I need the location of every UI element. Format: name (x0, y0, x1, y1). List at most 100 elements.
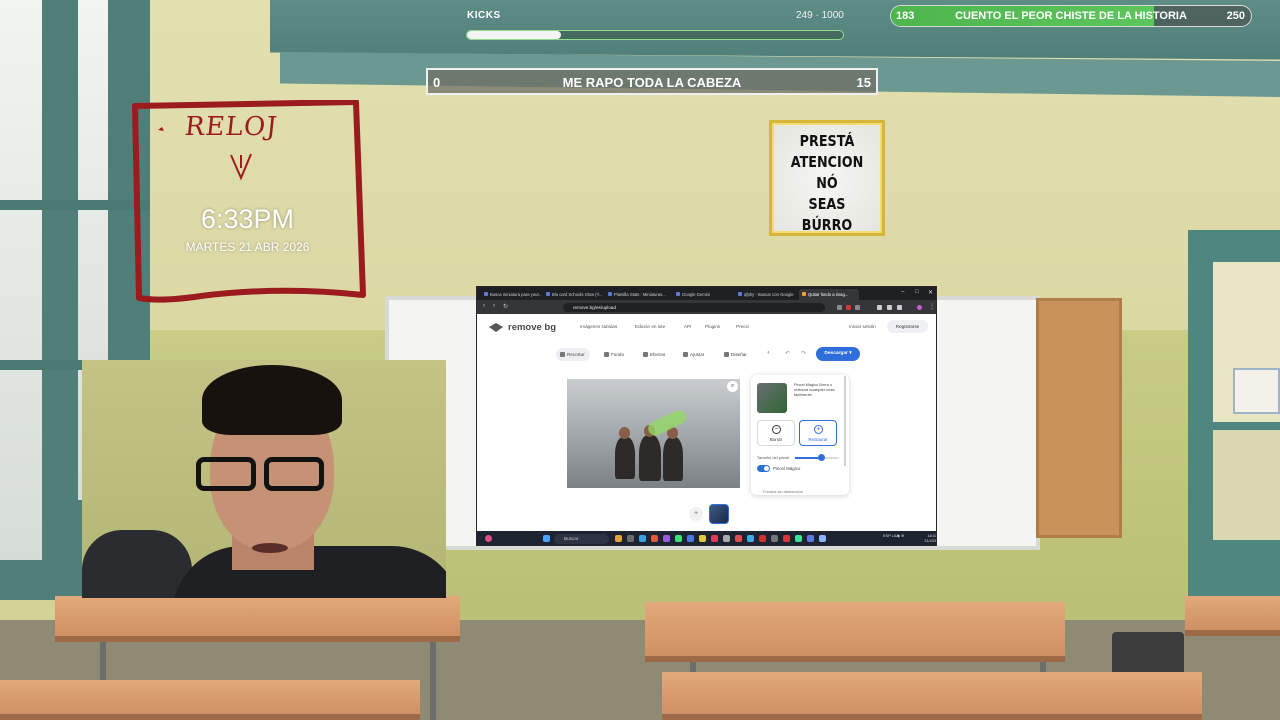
panel-footer-option[interactable]: Fondos sin distracción (763, 489, 803, 494)
corkboard (1036, 298, 1122, 538)
door-window-lower (1213, 430, 1280, 540)
tool-effects[interactable]: Efectos (639, 348, 670, 361)
taskbar-app-icon[interactable] (639, 535, 646, 542)
desk-leg (430, 630, 436, 720)
taskbar-app-icon[interactable] (723, 535, 730, 542)
removebg-header: remove bg Imágenes subidas Edición en lo… (477, 314, 936, 340)
extension-icon[interactable] (887, 305, 892, 310)
nav-pricing[interactable]: Precio (736, 324, 749, 329)
plus-circle-icon: + (814, 425, 823, 434)
panel-scrollbar[interactable] (844, 376, 846, 466)
browser-tab-strip: – □ ✕ Busca miniatura para yout... Blu ca… (477, 287, 936, 300)
minimize-icon[interactable]: – (901, 289, 904, 295)
browser-tab[interactable]: Google Gemini (673, 289, 733, 300)
url-field[interactable]: remove.bg/es/upload (563, 303, 825, 312)
start-icon[interactable] (543, 535, 550, 542)
kicks-goal-count: 249 · 1000 (796, 10, 844, 21)
erase-button[interactable]: − Borrar (757, 420, 795, 446)
notice-line: ATENCION (790, 153, 864, 171)
clock-date: MARTES 21 ABR 2026 (185, 240, 310, 254)
restore-button[interactable]: + Restaurar (799, 420, 837, 446)
taskbar-app-icon[interactable] (747, 535, 754, 542)
login-link[interactable]: Iniciar sesión (849, 324, 876, 329)
taskbar-app-icon[interactable] (795, 535, 802, 542)
kicks-progress-fill (467, 31, 561, 39)
clock-handwritten-note: RELOJ (183, 112, 280, 142)
subgoal-target: 250 (1226, 10, 1245, 22)
maximize-icon[interactable]: □ (915, 289, 919, 295)
school-desk-front (0, 680, 420, 720)
taskbar-app-icon[interactable] (759, 535, 766, 542)
taskbar-app-icon[interactable] (819, 535, 826, 542)
tool-cut[interactable]: Recortar (556, 348, 590, 361)
tool-design[interactable]: Diseñar (720, 348, 752, 361)
nav-plugins[interactable]: Plugins (705, 324, 720, 329)
removebg-logo[interactable]: remove bg (508, 322, 556, 333)
taskbar-app-icon[interactable] (687, 535, 694, 542)
browser-tab[interactable]: Quitar fondo a imag... (799, 289, 859, 300)
taskbar-app-icon[interactable] (735, 535, 742, 542)
brush-size-slider[interactable] (795, 454, 839, 461)
brush-size-knob[interactable] (818, 454, 826, 461)
undo-icon[interactable]: ↶ (785, 350, 790, 357)
forward-icon[interactable]: › (493, 303, 495, 309)
extension-icon[interactable] (877, 305, 882, 310)
browser-menu-icon[interactable]: ⋮ (929, 303, 935, 310)
browser-tab[interactable]: qfphy - Buscar con Google (735, 289, 797, 300)
browser-tab[interactable]: Blu card Schools Glow (Y... (543, 289, 603, 300)
taskbar-app-icon[interactable] (627, 535, 634, 542)
back-icon[interactable]: ‹ (483, 303, 485, 309)
taskbar-app-icon[interactable] (783, 535, 790, 542)
magic-brush-toggle[interactable] (757, 465, 770, 472)
image-thumbnail-selected[interactable] (709, 504, 729, 524)
school-desk-front (662, 672, 1202, 720)
browser-tab[interactable]: Busca miniatura para yout... (481, 289, 541, 300)
extension-icon[interactable] (897, 305, 902, 310)
tray-icons[interactable]: ◈ ⊕ (897, 534, 913, 539)
taskbar-app-icon[interactable] (663, 535, 670, 542)
widget-icon[interactable] (485, 535, 492, 542)
taskbar-app-icon[interactable] (699, 535, 706, 542)
main-goal-title: ME RAPO TODA LA CABEZA (562, 75, 742, 90)
profile-avatar[interactable] (917, 305, 922, 310)
browser-tab[interactable]: Plantilla Stats : Miniaturas... (605, 289, 671, 300)
taskbar-search[interactable]: Buscar (554, 534, 609, 544)
magic-brush-toggle-label: Pincel Mágico (773, 466, 801, 471)
close-icon[interactable]: ✕ (928, 289, 933, 296)
glasses-lens-right (264, 457, 324, 491)
zoom-icon[interactable]: ⌕ (727, 381, 738, 392)
reload-icon[interactable]: ↻ (503, 303, 508, 310)
tool-adjust[interactable]: Ajustar (679, 348, 709, 361)
kicks-goal-label: KICKS (467, 10, 501, 21)
school-desk (645, 602, 1065, 662)
chair (82, 530, 192, 598)
taskbar-app-icon[interactable] (771, 535, 778, 542)
school-desk (55, 596, 460, 642)
extension-icon[interactable] (846, 305, 851, 310)
taskbar-app-icon[interactable] (807, 535, 814, 542)
notice-sign: PRESTÁ ATENCION NÓ SEAS BÚRRO (769, 120, 885, 236)
download-button[interactable]: Descargar ▾ (816, 347, 860, 361)
kicks-progress-bar (466, 30, 844, 40)
tool-background[interactable]: Fondo (600, 348, 629, 361)
erase-label: Borrar (769, 437, 783, 442)
image-figure (639, 435, 661, 481)
extension-icon[interactable] (837, 305, 842, 310)
taskbar-app-icon[interactable] (711, 535, 718, 542)
notice-line: SEAS (808, 195, 846, 213)
add-image-button[interactable]: + (689, 507, 703, 521)
nav-uploaded-images[interactable]: Imágenes subidas (580, 324, 617, 329)
taskbar-app-icon[interactable] (651, 535, 658, 542)
register-button[interactable]: Registrarse (887, 320, 928, 333)
nav-api[interactable]: API (684, 324, 691, 329)
edited-image-canvas[interactable] (567, 379, 740, 488)
taskbar-clock[interactable]: 18:33 21/4/26 (917, 534, 936, 543)
taskbar-app-icon[interactable] (615, 535, 622, 542)
main-goal-target: 15 (856, 75, 871, 90)
nav-batch-edit[interactable]: Edición en lote (635, 324, 665, 329)
taskbar-app-icon[interactable] (675, 535, 682, 542)
browser-address-bar: ‹ › ↻ remove.bg/es/upload ⋮ (477, 300, 936, 314)
redo-icon[interactable]: ↷ (801, 350, 806, 357)
extension-icon[interactable] (855, 305, 860, 310)
compare-icon[interactable]: ◐ (767, 350, 771, 356)
